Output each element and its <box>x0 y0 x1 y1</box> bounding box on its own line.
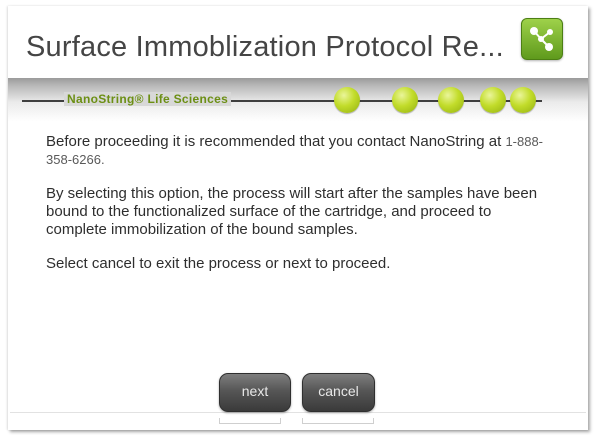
instruction-paragraph: Select cancel to exit the process or nex… <box>46 255 391 272</box>
contact-text: Before proceeding it is recommended that… <box>46 133 506 150</box>
cancel-button[interactable]: cancel <box>302 373 375 412</box>
footer-divider <box>10 412 586 413</box>
next-button-shadow <box>219 418 281 424</box>
brand-banner: NanoString® Life Sciences <box>8 78 588 122</box>
progress-dot-5 <box>510 87 536 113</box>
dialog-title: Surface Immoblization Protocol Re... <box>26 31 504 63</box>
description-paragraph: By selecting this option, the process wi… <box>46 185 538 238</box>
brand-name: NanoString® Life Sciences <box>64 92 232 106</box>
progress-dot-2 <box>392 87 418 113</box>
progress-dot-4 <box>480 87 506 113</box>
dialog-message: Before proceeding it is recommended that… <box>46 133 556 289</box>
progress-dot-1 <box>334 87 360 113</box>
network-nodes-icon <box>521 18 563 60</box>
contact-paragraph: Before proceeding it is recommended that… <box>46 133 556 169</box>
progress-dot-3 <box>438 87 464 113</box>
cancel-button-shadow <box>302 418 374 424</box>
next-button[interactable]: next <box>219 373 291 412</box>
